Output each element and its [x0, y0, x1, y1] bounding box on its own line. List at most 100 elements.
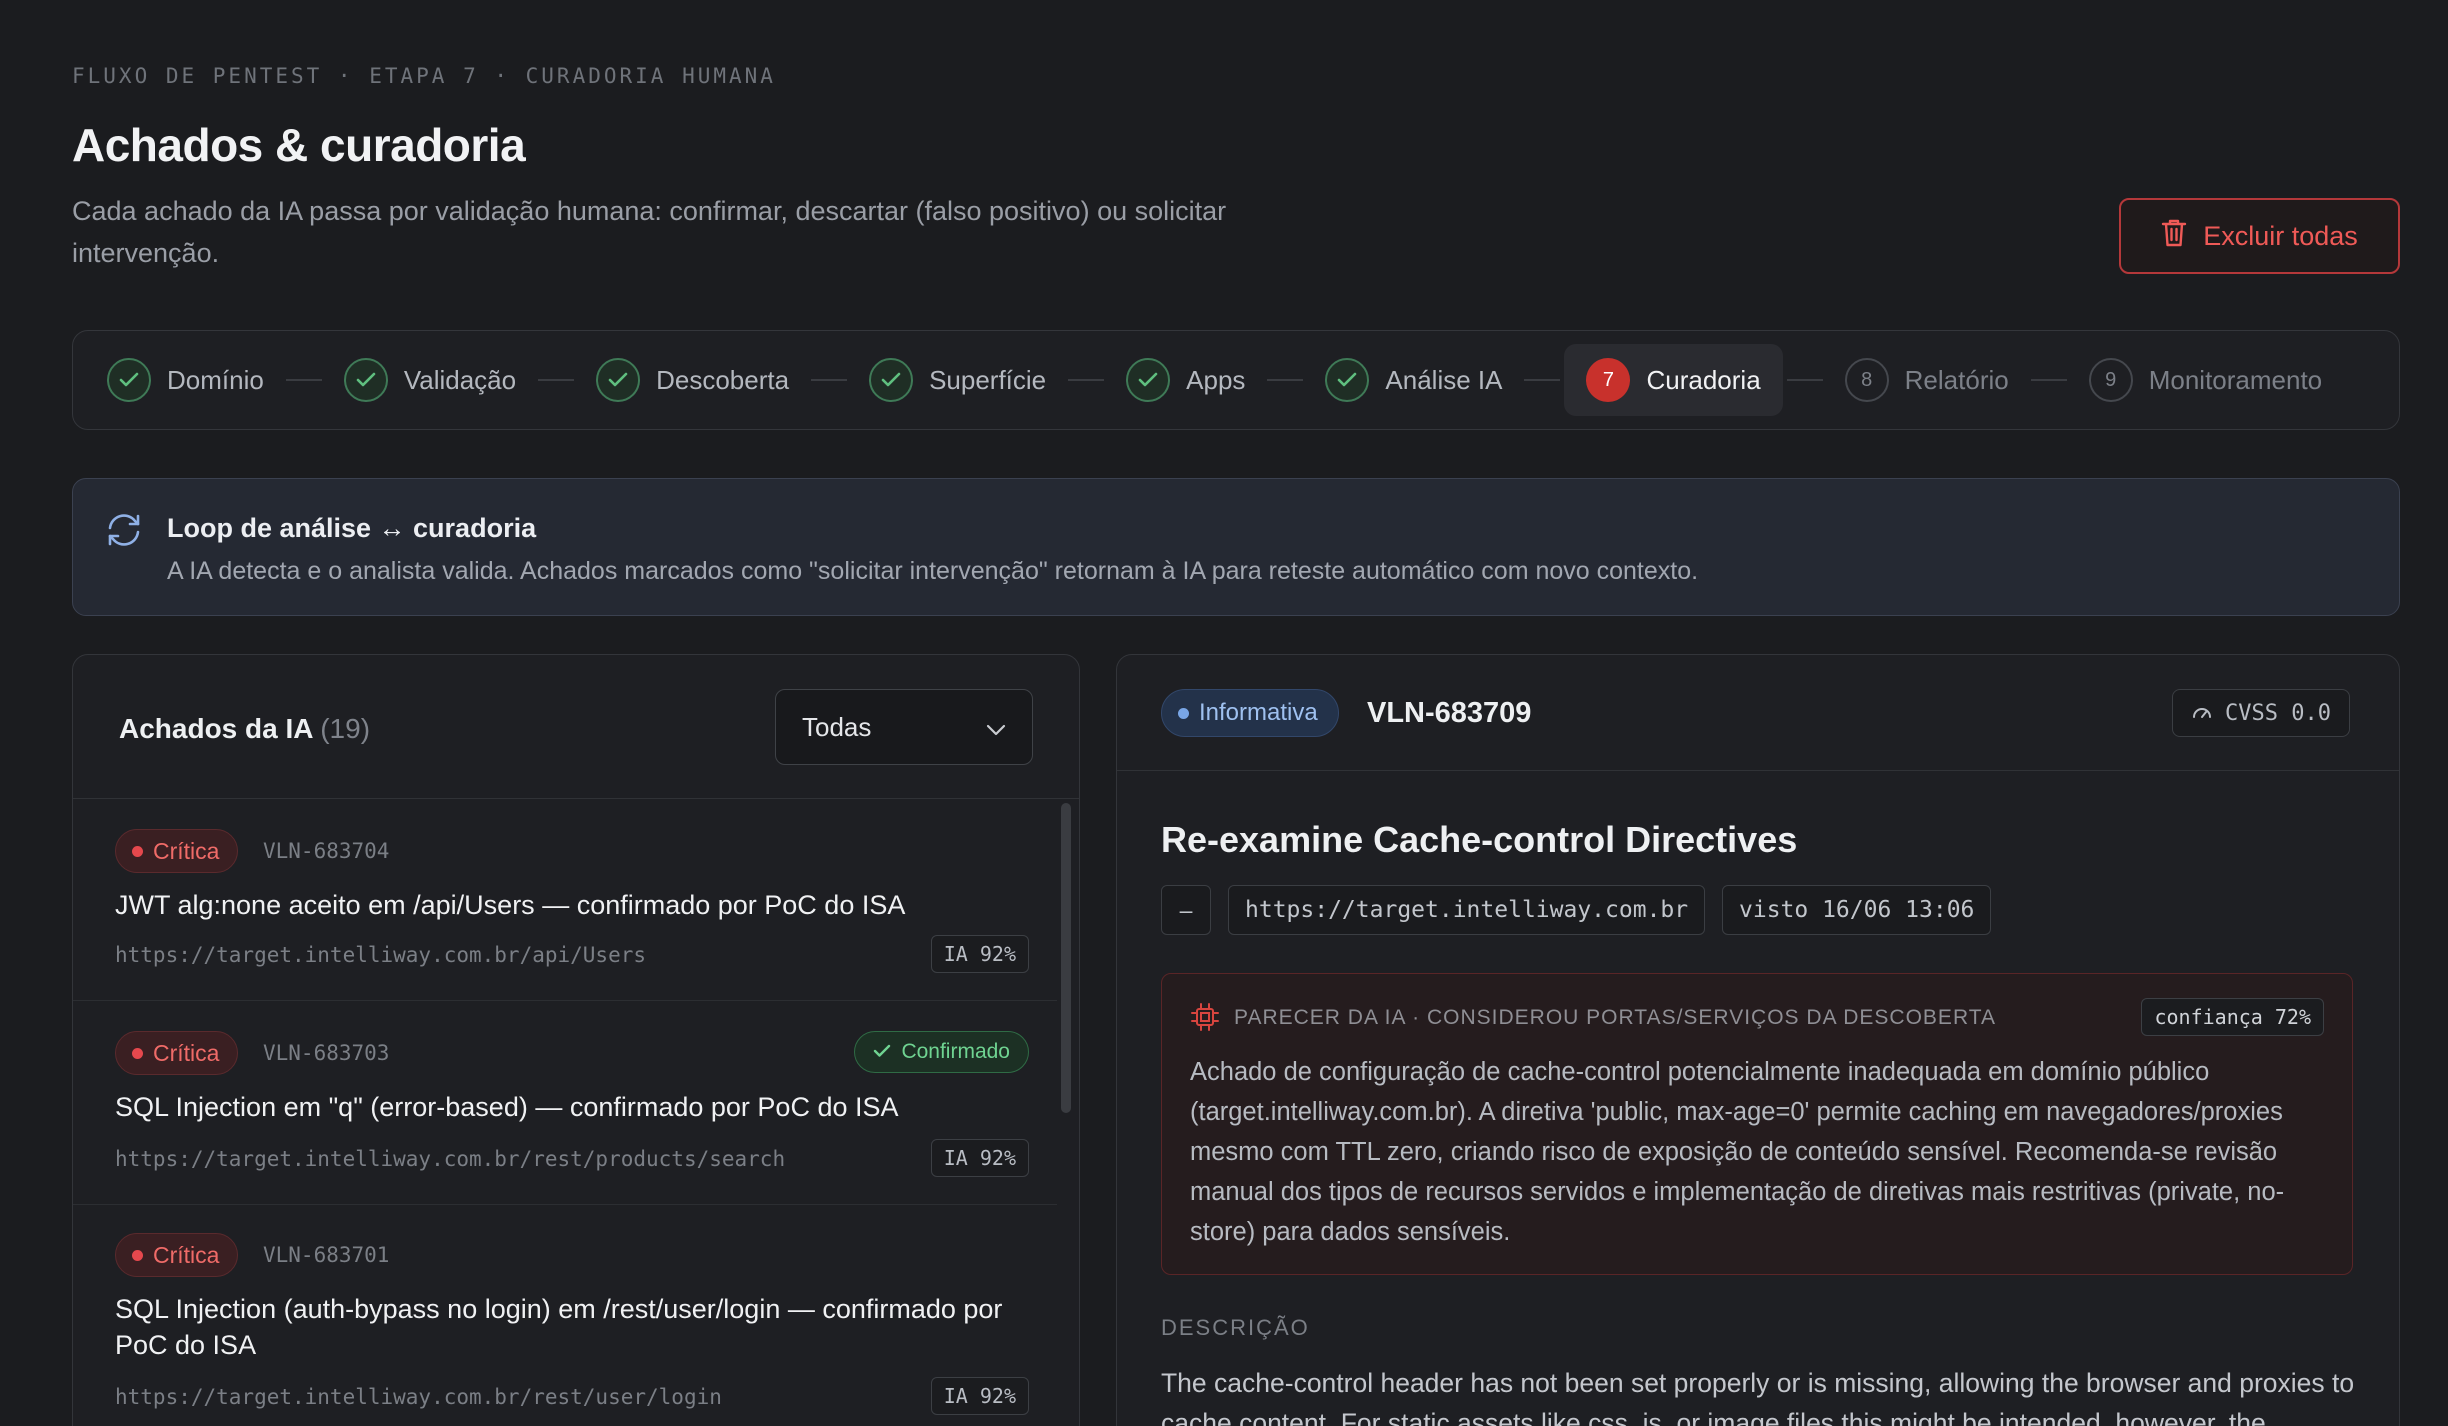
severity-dot-icon — [132, 845, 143, 857]
step-analise-ia[interactable]: Análise IA — [1325, 344, 1502, 416]
finding-title: SQL Injection em "q" (error-based) — con… — [115, 1092, 899, 1122]
step-superficie[interactable]: Superfície — [869, 344, 1046, 416]
detail-title: Re-examine Cache-control Directives — [1161, 819, 1798, 860]
check-icon — [107, 358, 151, 402]
findings-panel-title: Achados da IA (19) — [119, 713, 370, 745]
findings-panel-header: Achados da IA (19) Todas — [73, 655, 1079, 799]
finding-url: https://target.intelliway.com.br/rest/pr… — [115, 1147, 786, 1171]
finding-item[interactable]: Crítica VLN-683704 JWT alg:none aceito e… — [73, 801, 1057, 1001]
target-url-chip[interactable]: https://target.intelliway.com.br — [1228, 885, 1706, 935]
severity-dot-icon — [132, 1047, 143, 1059]
check-icon — [869, 358, 914, 402]
check-icon — [343, 358, 388, 402]
refresh-icon — [105, 511, 143, 554]
finding-title: JWT alg:none aceito em /api/Users — conf… — [115, 890, 906, 920]
step-separator — [1267, 379, 1304, 381]
check-icon — [1126, 358, 1171, 402]
step-curadoria[interactable]: 7 Curadoria — [1564, 344, 1783, 416]
gauge-icon — [2191, 701, 2213, 726]
step-separator — [811, 379, 848, 381]
findings-count: (19) — [320, 713, 371, 744]
check-icon — [596, 358, 641, 402]
step-label: Superfície — [929, 364, 1047, 395]
check-icon — [873, 1040, 891, 1064]
page-title: Achados & curadoria — [72, 119, 526, 171]
step-label: Descoberta — [656, 364, 790, 395]
finding-title: SQL Injection (auth-bypass no login) em … — [115, 1294, 1003, 1360]
seen-date-chip: visto 16/06 13:06 — [1722, 885, 1992, 935]
loop-banner-description: A IA detecta e o analista valida. Achado… — [167, 557, 1699, 585]
step-label: Monitoramento — [2148, 364, 2323, 395]
severity-badge: Crítica — [115, 1233, 239, 1277]
chevron-down-icon — [986, 712, 1006, 743]
step-label: Apps — [1186, 364, 1246, 395]
step-separator — [285, 379, 322, 381]
severity-label: Crítica — [153, 837, 220, 864]
severity-dot-icon — [1178, 707, 1189, 719]
cvss-score-chip: CVSS 0.0 — [2172, 689, 2350, 737]
filter-value: Todas — [802, 711, 872, 742]
ia-confidence-chip: IA 92% — [930, 1139, 1029, 1177]
delete-all-button[interactable]: Excluir todas — [2119, 198, 2400, 274]
ia-confidence-chip: IA 92% — [930, 1377, 1029, 1415]
finding-url: https://target.intelliway.com.br/rest/us… — [115, 1385, 722, 1409]
trash-icon — [2161, 218, 2187, 255]
confirmed-status-badge: Confirmado — [854, 1031, 1029, 1073]
step-label: Validação — [403, 364, 517, 395]
ai-opinion-text: Achado de configuração de cache-control … — [1190, 1058, 2285, 1246]
step-label: Curadoria — [1646, 364, 1761, 395]
loop-banner: Loop de análise ↔ curadoria A IA detecta… — [72, 478, 2400, 616]
finding-item[interactable]: Crítica VLN-683703 Confirmado SQL Inject… — [73, 1003, 1057, 1205]
ai-confidence-chip: confiança 72% — [2141, 998, 2324, 1036]
step-descoberta[interactable]: Descoberta — [596, 344, 789, 416]
severity-badge: Informativa — [1161, 689, 1339, 737]
step-label: Análise IA — [1385, 364, 1503, 395]
findings-panel: Achados da IA (19) Todas Crítica VLN-683… — [72, 654, 1080, 1426]
finding-item[interactable]: Crítica VLN-683701 SQL Injection (auth-b… — [73, 1207, 1057, 1426]
description-label: DESCRIÇÃO — [1161, 1315, 1310, 1340]
step-number: 9 — [2088, 358, 2133, 402]
finding-id: VLN-683703 — [263, 1041, 390, 1065]
stepper: Domínio Validação Descoberta Superfície … — [72, 330, 2400, 430]
cpu-chip-icon — [1190, 1002, 1220, 1037]
finding-id: VLN-683701 — [263, 1243, 390, 1267]
severity-filter-select[interactable]: Todas — [775, 689, 1033, 765]
check-icon — [1325, 358, 1370, 402]
severity-label: Crítica — [153, 1039, 220, 1066]
finding-id: VLN-683704 — [263, 839, 390, 863]
step-separator — [1524, 379, 1561, 381]
loop-banner-title: Loop de análise ↔ curadoria — [167, 513, 537, 543]
detail-header: Informativa VLN-683709 CVSS 0.0 — [1117, 655, 2399, 771]
step-dominio[interactable]: Domínio — [107, 344, 264, 416]
severity-label: Crítica — [153, 1241, 220, 1268]
step-separator — [538, 379, 575, 381]
findings-title-text: Achados da IA — [119, 713, 313, 744]
step-monitoramento[interactable]: 9 Monitoramento — [2088, 344, 2323, 416]
severity-badge: Crítica — [115, 829, 239, 873]
ai-opinion-box: PARECER DA IA · CONSIDEROU PORTAS/SERVIÇ… — [1161, 973, 2353, 1275]
step-label: Relatório — [1904, 364, 2009, 395]
step-separator — [1786, 379, 1823, 381]
finding-url: https://target.intelliway.com.br/api/Use… — [115, 943, 647, 967]
ai-opinion-label: PARECER DA IA · CONSIDEROU PORTAS/SERVIÇ… — [1234, 1006, 1997, 1029]
ia-confidence-chip: IA 92% — [930, 935, 1029, 973]
step-label: Domínio — [167, 364, 264, 395]
detail-finding-id: VLN-683709 — [1367, 697, 1532, 729]
step-apps[interactable]: Apps — [1126, 344, 1245, 416]
step-number: 8 — [1844, 358, 1889, 402]
step-relatorio[interactable]: 8 Relatório — [1844, 344, 2009, 416]
severity-dot-icon — [132, 1249, 143, 1261]
step-separator — [1068, 379, 1105, 381]
step-number: 7 — [1586, 358, 1631, 402]
step-validacao[interactable]: Validação — [343, 344, 517, 416]
severity-badge: Crítica — [115, 1031, 239, 1075]
severity-label: Informativa — [1199, 699, 1318, 726]
page-eyebrow: FLUXO DE PENTEST · ETAPA 7 · CURADORIA H… — [72, 64, 776, 88]
page-subtitle: Cada achado da IA passa por validação hu… — [72, 196, 1227, 268]
dash-chip: – — [1161, 885, 1211, 935]
delete-all-label: Excluir todas — [2203, 220, 2358, 251]
finding-detail-panel: Informativa VLN-683709 CVSS 0.0 Re-exami… — [1116, 654, 2400, 1426]
findings-scrollbar[interactable] — [1061, 803, 1071, 1113]
step-separator — [2030, 379, 2067, 381]
confirmed-label: Confirmado — [901, 1040, 1010, 1063]
